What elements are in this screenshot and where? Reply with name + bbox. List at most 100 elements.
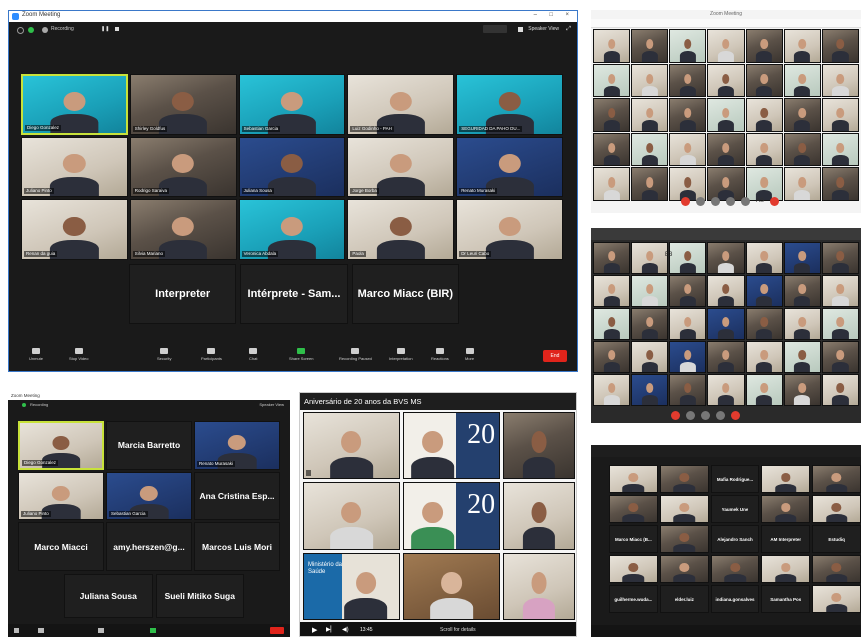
video-tile[interactable] xyxy=(593,341,631,373)
video-tile[interactable] xyxy=(593,167,631,201)
video-tile[interactable] xyxy=(669,132,707,167)
reactions-button[interactable]: Reactions xyxy=(431,348,449,361)
video-tile[interactable] xyxy=(745,275,783,307)
video-tile[interactable] xyxy=(783,308,821,340)
video-tile[interactable] xyxy=(593,308,631,340)
video-tile[interactable] xyxy=(631,275,669,307)
maximize-button[interactable]: □ xyxy=(549,12,553,18)
video-tile[interactable] xyxy=(821,63,859,98)
mid-mute-icon[interactable] xyxy=(686,410,695,420)
fullscreen-icon[interactable]: ⤢ xyxy=(566,26,571,33)
video-tile[interactable] xyxy=(669,29,707,63)
leave-icon[interactable] xyxy=(681,196,690,206)
bl-mute-icon[interactable] xyxy=(14,628,19,633)
mid-share-icon[interactable] xyxy=(716,410,725,420)
name-only-tile[interactable]: Sueli Mitiko Suga xyxy=(155,574,244,618)
video-tile[interactable] xyxy=(761,495,811,523)
security-button[interactable]: Security xyxy=(157,348,171,361)
name-only-tile[interactable]: Ana Cristina Esp... xyxy=(194,471,280,521)
video-tile[interactable] xyxy=(812,555,861,583)
video-tile[interactable] xyxy=(745,374,783,406)
video-tile[interactable] xyxy=(745,132,783,167)
name-only-tile[interactable]: Marco Miacc (BIR) xyxy=(351,264,459,324)
video-tile[interactable]: Sebastian Garcia xyxy=(106,471,192,521)
video-tile[interactable] xyxy=(669,98,707,132)
name-only-tile[interactable]: Estudiq xyxy=(812,525,861,553)
video-tile[interactable] xyxy=(821,308,859,340)
video-tile[interactable] xyxy=(593,132,631,167)
video-tile[interactable]: Juliano Pinto xyxy=(21,136,128,198)
name-only-tile[interactable]: indiana.gonsalves xyxy=(710,585,760,613)
video-tile[interactable] xyxy=(783,374,821,406)
end-icon[interactable] xyxy=(770,196,780,206)
video-tile[interactable] xyxy=(609,495,658,523)
video-tile[interactable]: Veronica Abdala xyxy=(238,199,346,260)
video-tile[interactable] xyxy=(707,308,745,340)
next-icon[interactable]: ▶▏ xyxy=(326,626,335,633)
video-tile[interactable] xyxy=(631,132,669,167)
end-meeting-button[interactable]: End xyxy=(543,350,567,362)
video-tile[interactable] xyxy=(659,495,709,523)
video-tile[interactable] xyxy=(821,341,859,373)
more-icon[interactable] xyxy=(741,196,750,206)
video-tile[interactable] xyxy=(593,374,631,406)
grid-view-icon[interactable] xyxy=(518,27,523,32)
share-icon[interactable] xyxy=(726,196,735,206)
video-tile[interactable]: Juliano Pinto xyxy=(18,471,104,521)
video-tile[interactable] xyxy=(593,29,631,63)
bl-participants-icon[interactable] xyxy=(98,628,104,633)
name-only-tile[interactable]: Samantha Pos xyxy=(761,585,811,613)
video-tile[interactable]: Renato Murasaki xyxy=(456,136,563,198)
video-tile[interactable]: Juliana Sousa xyxy=(238,136,346,198)
video-tile[interactable] xyxy=(821,132,859,167)
video-icon[interactable] xyxy=(711,196,720,206)
mid-leave-icon[interactable] xyxy=(671,410,680,420)
video-tile[interactable] xyxy=(821,374,859,406)
name-only-tile[interactable]: Marcos Luis Mori xyxy=(194,522,280,571)
video-tile[interactable]: Luiz Godinho - PAH xyxy=(347,74,455,135)
volume-icon[interactable]: ◀) xyxy=(342,626,349,633)
speaker-view-button[interactable]: Speaker View xyxy=(528,26,559,32)
video-tile[interactable] xyxy=(609,465,658,493)
bl-end-button[interactable] xyxy=(270,627,284,634)
video-tile[interactable] xyxy=(707,132,745,167)
name-only-tile[interactable]: Yaumek Une xyxy=(710,495,760,523)
video-tile[interactable] xyxy=(609,555,658,583)
video-tile[interactable] xyxy=(761,555,811,583)
name-only-tile[interactable]: Marco Miacci xyxy=(18,522,104,571)
video-tile[interactable] xyxy=(659,465,709,493)
name-only-tile[interactable]: AM Interpreter xyxy=(761,525,811,553)
video-tile[interactable] xyxy=(745,29,783,63)
video-tile[interactable] xyxy=(593,275,631,307)
video-tile[interactable] xyxy=(783,98,821,132)
mute-icon[interactable] xyxy=(696,196,705,206)
recording-button[interactable]: Recording Paused xyxy=(339,348,372,361)
video-tile[interactable]: Shirley Goldfus xyxy=(129,74,237,135)
video-tile[interactable] xyxy=(745,242,783,274)
video-tile[interactable] xyxy=(669,242,707,274)
more-button[interactable]: More xyxy=(465,348,474,361)
scroll-for-details[interactable]: Scroll for details xyxy=(440,627,476,633)
name-only-tile[interactable]: guilherme.wuda... xyxy=(609,585,658,613)
chat-button[interactable]: Chat xyxy=(249,348,257,361)
stop-recording-icon[interactable] xyxy=(115,27,119,31)
mid-video-icon[interactable] xyxy=(701,410,710,420)
minimize-button[interactable]: – xyxy=(534,12,537,18)
video-tile[interactable] xyxy=(745,308,783,340)
video-tile[interactable]: Renato Murasaki xyxy=(194,421,280,470)
video-tile[interactable] xyxy=(783,29,821,63)
stop-video-button[interactable]: Stop Video xyxy=(69,348,89,361)
name-only-tile[interactable]: Alejandro Sanch xyxy=(710,525,760,553)
name-only-tile[interactable]: Mafia Rodrigue... xyxy=(710,465,760,493)
video-tile[interactable] xyxy=(707,341,745,373)
video-tile[interactable] xyxy=(593,98,631,132)
video-tile[interactable] xyxy=(669,341,707,373)
video-tile[interactable] xyxy=(821,98,859,132)
name-only-tile[interactable]: elder.luiz xyxy=(659,585,709,613)
video-tile[interactable]: Diego Gonzalez xyxy=(18,421,104,470)
video-tile[interactable]: Jorge Borba xyxy=(347,136,455,198)
name-only-tile[interactable]: Intérprete - Sam... xyxy=(240,264,348,324)
video-tile[interactable]: Sebastian Garcia xyxy=(238,74,346,135)
video-tile[interactable]: Diego Gonzalez xyxy=(21,74,128,135)
video-tile[interactable] xyxy=(631,308,669,340)
